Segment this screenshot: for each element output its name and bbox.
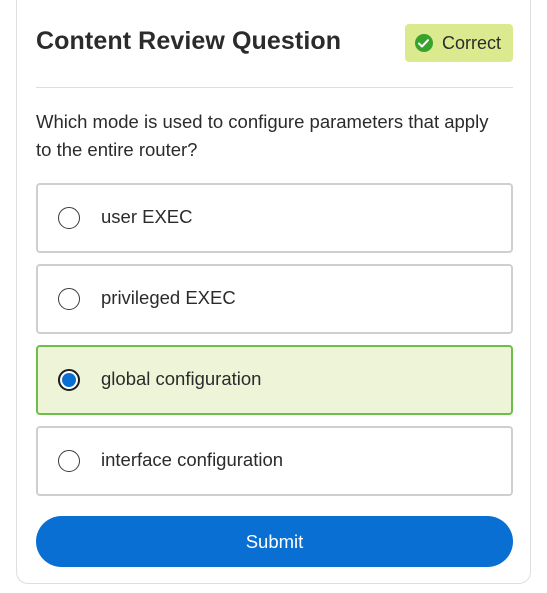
radio-button-selected[interactable]	[58, 369, 80, 391]
submit-button[interactable]: Submit	[36, 516, 513, 567]
option-label: global configuration	[101, 368, 262, 389]
status-badge: Correct	[404, 24, 513, 62]
option-user-exec[interactable]: user EXEC	[36, 183, 513, 253]
radio-button[interactable]	[58, 207, 80, 229]
card-header: Content Review Question Correct	[36, 20, 513, 68]
check-circle-icon	[414, 34, 433, 52]
option-global-configuration[interactable]: global configuration	[36, 345, 513, 415]
header-divider	[36, 87, 513, 88]
question-text: Which mode is used to configure paramete…	[36, 111, 489, 160]
radio-button[interactable]	[58, 288, 80, 310]
option-privileged-exec[interactable]: privileged EXEC	[36, 264, 513, 334]
option-interface-configuration[interactable]: interface configuration	[36, 426, 513, 496]
option-label: user EXEC	[101, 206, 193, 227]
option-label: privileged EXEC	[101, 287, 236, 308]
radio-button[interactable]	[58, 450, 80, 472]
status-badge-label: Correct	[441, 32, 501, 53]
page-title: Content Review Question	[36, 27, 342, 55]
option-label: interface configuration	[101, 449, 284, 470]
